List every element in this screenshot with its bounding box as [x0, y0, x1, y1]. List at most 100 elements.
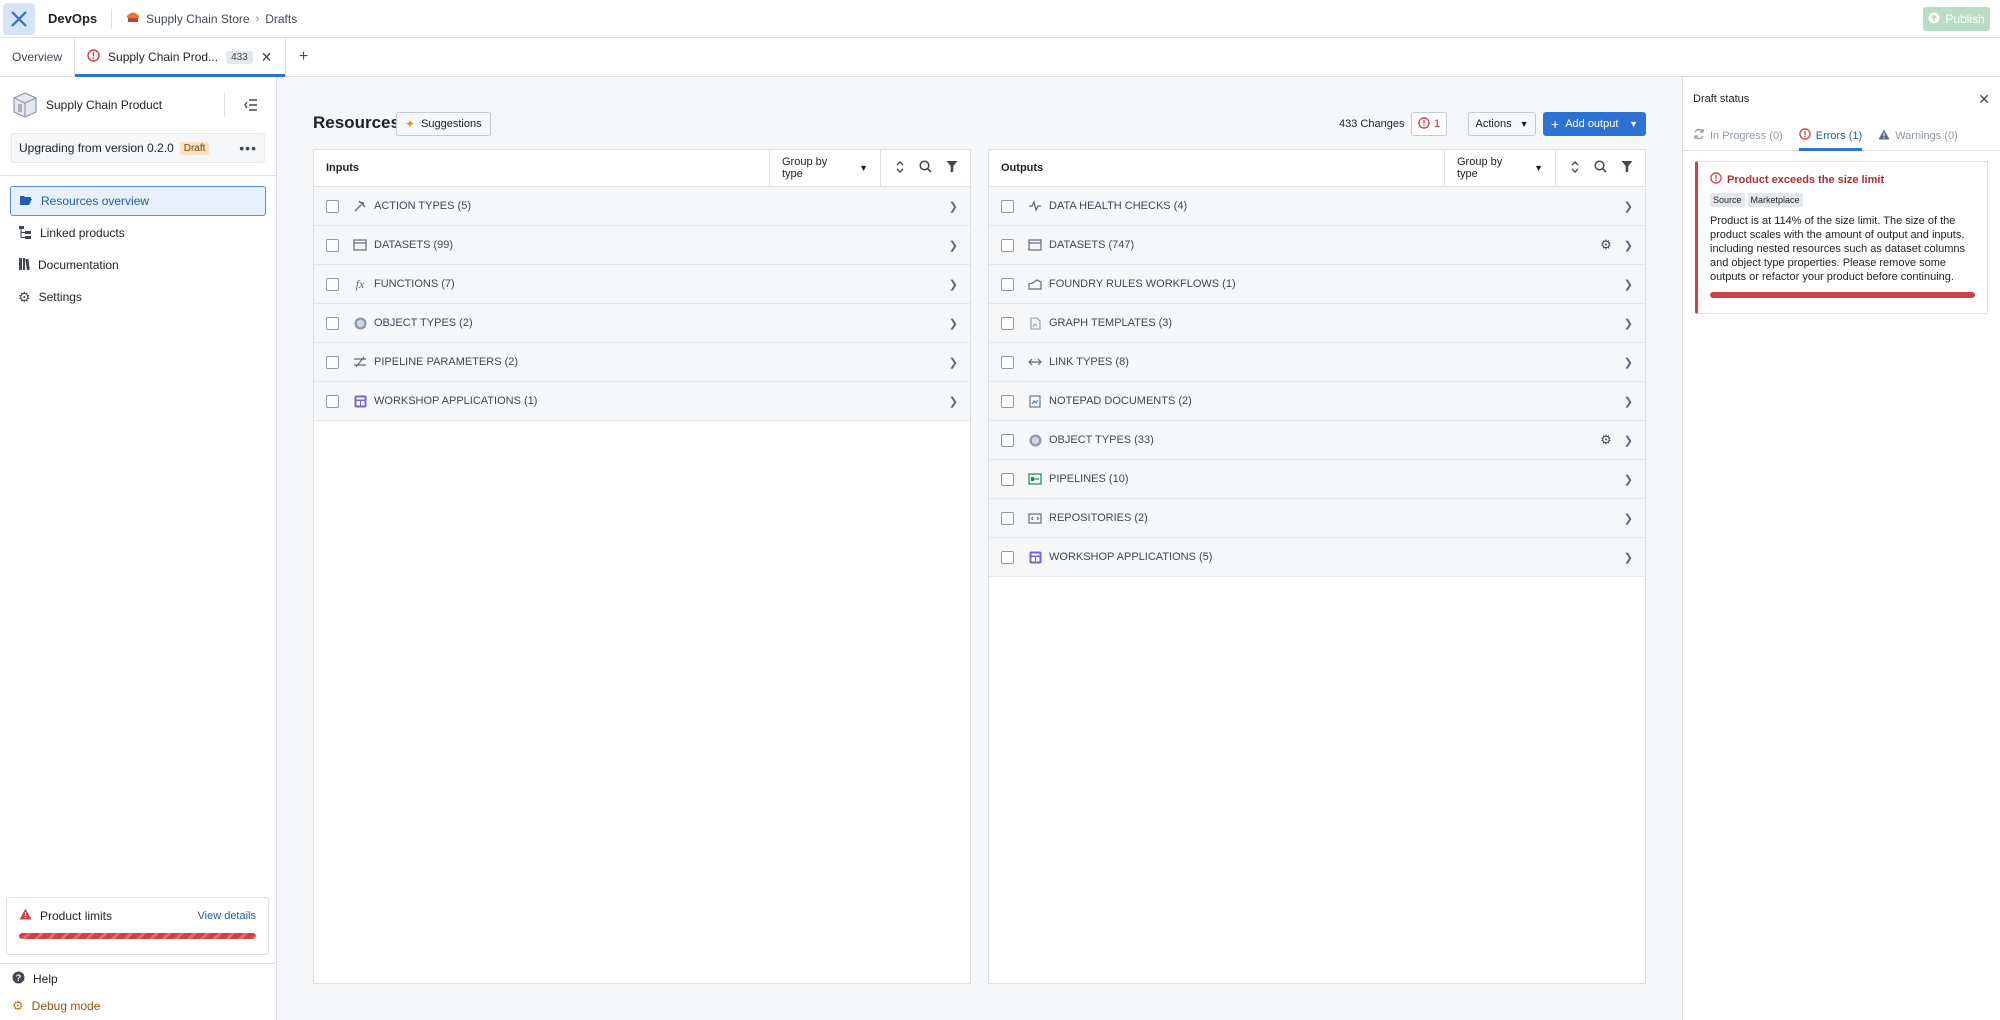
- sidebar-item-label: Settings: [38, 290, 82, 304]
- row-checkbox[interactable]: [1001, 316, 1014, 330]
- row-label: FOUNDRY RULES WORKFLOWS (1): [1049, 278, 1236, 290]
- chevron-right-icon[interactable]: ❯: [1624, 395, 1633, 408]
- chevron-right-icon[interactable]: ❯: [949, 278, 958, 291]
- app-name: DevOps: [48, 11, 98, 26]
- suggestions-button[interactable]: ✦ Suggestions: [396, 112, 491, 136]
- add-tab-button[interactable]: +: [286, 38, 322, 76]
- list-item[interactable]: LINK TYPES (8) ❯: [989, 343, 1645, 382]
- chevron-right-icon[interactable]: ❯: [1624, 512, 1633, 525]
- app-logo-icon[interactable]: [3, 2, 35, 35]
- list-item[interactable]: OBJECT TYPES (33) ⚙ ❯: [989, 421, 1645, 460]
- list-item[interactable]: FOUNDRY RULES WORKFLOWS (1) ❯: [989, 265, 1645, 304]
- error-count: 1: [1434, 118, 1441, 130]
- refresh-icon: [1693, 128, 1705, 143]
- chevron-right-icon[interactable]: ❯: [1624, 356, 1633, 369]
- breadcrumb-store[interactable]: Supply Chain Store: [146, 12, 249, 26]
- dataset-icon: [352, 237, 368, 253]
- row-checkbox[interactable]: [1001, 394, 1014, 408]
- sidebar-item-linked-products[interactable]: Linked products: [10, 218, 266, 248]
- collapse-sidebar-icon[interactable]: [224, 93, 264, 117]
- row-checkbox[interactable]: [1001, 511, 1014, 525]
- list-item[interactable]: PIPELINES (10) ❯: [989, 460, 1645, 499]
- pulse-icon: [1027, 198, 1043, 214]
- help-link[interactable]: ? Help: [12, 971, 58, 987]
- sidebar-bottom-divider: [0, 963, 276, 964]
- row-checkbox[interactable]: [1001, 277, 1014, 291]
- tab-errors[interactable]: Errors (1): [1798, 121, 1863, 151]
- filter-icon[interactable]: [1621, 160, 1633, 176]
- filter-icon[interactable]: [946, 160, 958, 176]
- chevron-right-icon[interactable]: ❯: [949, 356, 958, 369]
- gear-icon[interactable]: ⚙: [1600, 432, 1612, 448]
- close-icon[interactable]: ✕: [261, 49, 273, 66]
- tab-warnings[interactable]: Warnings (0): [1878, 121, 1958, 150]
- debug-mode-link[interactable]: ⚙ Debug mode: [12, 998, 100, 1014]
- row-checkbox[interactable]: [326, 316, 339, 330]
- sidebar-item-documentation[interactable]: Documentation: [10, 250, 266, 280]
- chevron-right-icon[interactable]: ❯: [1624, 473, 1633, 486]
- gear-icon[interactable]: ⚙: [1600, 237, 1612, 253]
- publish-button[interactable]: Publish: [1923, 7, 1990, 31]
- list-item[interactable]: WORKSHOP APPLICATIONS (5) ❯: [989, 538, 1645, 577]
- list-item[interactable]: PIPELINE PARAMETERS (2) ❯: [314, 343, 970, 382]
- sidebar-item-settings[interactable]: ⚙ Settings: [10, 282, 266, 312]
- list-item[interactable]: NOTEPAD DOCUMENTS (2) ❯: [989, 382, 1645, 421]
- actions-button[interactable]: Actions ▼: [1468, 112, 1536, 136]
- row-checkbox[interactable]: [1001, 238, 1014, 252]
- group-by-label: Group by type: [782, 156, 828, 180]
- chevron-right-icon[interactable]: ❯: [1624, 317, 1633, 330]
- action-type-icon: [352, 198, 368, 214]
- chevron-right-icon[interactable]: ❯: [1624, 200, 1633, 213]
- row-checkbox[interactable]: [1001, 355, 1014, 369]
- list-item[interactable]: GRAPH TEMPLATES (3) ❯: [989, 304, 1645, 343]
- more-options-icon[interactable]: •••: [239, 140, 257, 156]
- chevron-right-icon[interactable]: ❯: [1624, 278, 1633, 291]
- list-item[interactable]: DATASETS (747) ⚙ ❯: [989, 226, 1645, 265]
- upgrade-status: Upgrading from version 0.2.0 Draft •••: [11, 133, 265, 163]
- expand-collapse-icon[interactable]: [895, 160, 905, 177]
- row-checkbox[interactable]: [326, 277, 339, 291]
- tab-supply-chain-product[interactable]: Supply Chain Prod... 433 ✕: [75, 38, 286, 77]
- row-label: PIPELINES (10): [1049, 473, 1129, 485]
- tab-in-progress[interactable]: In Progress (0): [1693, 121, 1783, 150]
- search-icon[interactable]: [1594, 160, 1607, 176]
- search-icon[interactable]: [919, 160, 932, 176]
- add-output-button[interactable]: + Add output ▼: [1543, 112, 1646, 136]
- row-checkbox[interactable]: [1001, 472, 1014, 486]
- close-icon[interactable]: ✕: [1978, 91, 1990, 108]
- outputs-group-by-select[interactable]: Group by type ▼: [1444, 150, 1556, 186]
- list-item[interactable]: fx FUNCTIONS (7) ❯: [314, 265, 970, 304]
- list-item[interactable]: OBJECT TYPES (2) ❯: [314, 304, 970, 343]
- caret-down-icon[interactable]: ▼: [1629, 119, 1638, 129]
- row-checkbox[interactable]: [326, 199, 339, 213]
- row-checkbox[interactable]: [1001, 550, 1014, 564]
- outputs-panel-header: Outputs Group by type ▼: [989, 150, 1645, 187]
- sidebar-item-resources-overview[interactable]: Resources overview: [10, 186, 266, 216]
- row-checkbox[interactable]: [1001, 433, 1014, 447]
- inputs-group-by-select[interactable]: Group by type ▼: [769, 150, 881, 186]
- list-item[interactable]: REPOSITORIES (2) ❯: [989, 499, 1645, 538]
- list-item[interactable]: WORKSHOP APPLICATIONS (1) ❯: [314, 382, 970, 421]
- tab-label: In Progress (0): [1710, 129, 1783, 142]
- plus-icon: +: [1551, 116, 1560, 132]
- row-checkbox[interactable]: [326, 238, 339, 252]
- chevron-right-icon[interactable]: ❯: [949, 200, 958, 213]
- row-checkbox[interactable]: [326, 394, 339, 408]
- breadcrumb-drafts[interactable]: Drafts: [265, 12, 297, 26]
- row-checkbox[interactable]: [1001, 199, 1014, 213]
- list-item[interactable]: ACTION TYPES (5) ❯: [314, 187, 970, 226]
- chevron-right-icon[interactable]: ❯: [949, 317, 958, 330]
- chevron-right-icon[interactable]: ❯: [1624, 434, 1633, 447]
- folder-open-icon: [19, 194, 33, 209]
- row-checkbox[interactable]: [326, 355, 339, 369]
- error-count-button[interactable]: 1: [1411, 112, 1448, 136]
- tab-overview[interactable]: Overview: [0, 38, 76, 76]
- expand-collapse-icon[interactable]: [1570, 160, 1580, 177]
- chevron-right-icon[interactable]: ❯: [949, 239, 958, 252]
- chevron-right-icon[interactable]: ❯: [949, 395, 958, 408]
- chevron-right-icon[interactable]: ❯: [1624, 551, 1633, 564]
- view-details-link[interactable]: View details: [198, 910, 257, 922]
- list-item[interactable]: DATASETS (99) ❯: [314, 226, 970, 265]
- list-item[interactable]: DATA HEALTH CHECKS (4) ❯: [989, 187, 1645, 226]
- chevron-right-icon[interactable]: ❯: [1624, 239, 1633, 252]
